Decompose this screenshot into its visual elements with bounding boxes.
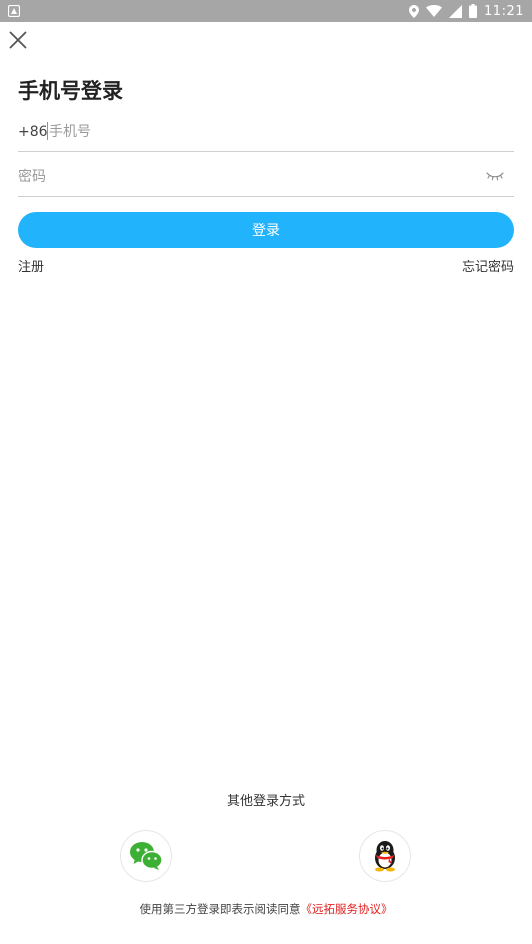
close-button[interactable]	[6, 28, 30, 52]
wifi-icon	[426, 5, 443, 17]
service-agreement-link[interactable]: 《远拓服务协议》	[301, 902, 393, 916]
text-caret	[47, 122, 48, 140]
location-icon	[409, 4, 420, 18]
battery-icon	[469, 4, 478, 18]
phone-field: +86	[18, 111, 514, 152]
close-icon	[9, 31, 27, 49]
signal-icon	[449, 4, 463, 18]
eye-closed-icon[interactable]	[486, 170, 504, 182]
qq-icon	[375, 841, 395, 872]
login-button[interactable]: 登录	[18, 212, 514, 248]
qq-login-button[interactable]	[359, 830, 411, 882]
phone-input[interactable]	[49, 119, 509, 145]
wechat-icon	[130, 842, 163, 870]
password-field	[18, 156, 514, 197]
notification-icon	[8, 5, 20, 17]
status-time: 11:21	[484, 3, 524, 19]
other-login-label: 其他登录方式	[226, 794, 305, 809]
status-bar: 11:21	[0, 0, 532, 22]
agreement-prefix: 使用第三方登录即表示阅读同意	[139, 902, 301, 916]
password-input[interactable]	[18, 164, 478, 190]
agreement-text: 使用第三方登录即表示阅读同意《远拓服务协议》	[0, 900, 532, 918]
page-title: 手机号登录	[18, 79, 123, 103]
wechat-login-button[interactable]	[120, 830, 172, 882]
status-icons: 11:21	[409, 0, 524, 22]
country-code[interactable]: +86	[18, 122, 48, 142]
forgot-password-link[interactable]: 忘记密码	[462, 258, 514, 278]
register-link[interactable]: 注册	[18, 258, 44, 278]
